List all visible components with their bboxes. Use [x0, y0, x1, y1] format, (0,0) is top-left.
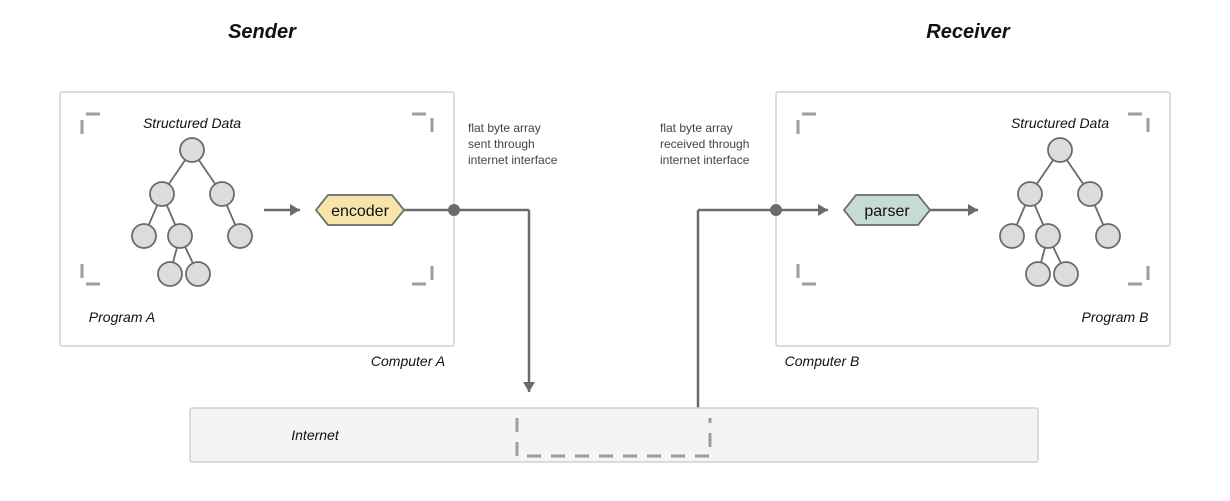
tree-node-icon	[1036, 224, 1060, 248]
tree-node-icon	[228, 224, 252, 248]
tree-node-icon	[168, 224, 192, 248]
arrowhead-down-icon	[523, 382, 535, 392]
encoder-node: encoder	[316, 195, 404, 225]
tree-node-icon	[1018, 182, 1042, 206]
program-a-label: Program A	[89, 309, 155, 325]
tree-node-icon	[158, 262, 182, 286]
computer-b-label: Computer B	[785, 353, 860, 369]
structured-data-a-label: Structured Data	[143, 115, 241, 131]
tree-node-icon	[1048, 138, 1072, 162]
tree-node-icon	[210, 182, 234, 206]
sent-annotation-line2: sent through	[468, 137, 535, 151]
tree-node-icon	[1096, 224, 1120, 248]
tree-node-icon	[1054, 262, 1078, 286]
diagram-svg: Sender Receiver Computer A Program A Str…	[0, 0, 1230, 501]
recv-annotation-line3: internet interface	[660, 153, 750, 167]
internet-label: Internet	[291, 427, 340, 443]
tree-node-icon	[1078, 182, 1102, 206]
parser-node: parser	[844, 195, 930, 225]
sender-title: Sender	[228, 21, 297, 43]
tree-node-icon	[180, 138, 204, 162]
computer-a-label: Computer A	[371, 353, 445, 369]
encoder-label: encoder	[331, 203, 389, 220]
sent-annotation-line3: internet interface	[468, 153, 558, 167]
tree-node-icon	[132, 224, 156, 248]
tree-node-icon	[150, 182, 174, 206]
tree-node-icon	[1000, 224, 1024, 248]
parser-label: parser	[864, 203, 910, 220]
receiver-title: Receiver	[926, 21, 1011, 43]
recv-annotation-line2: received through	[660, 137, 749, 151]
computer-b-box	[776, 92, 1170, 346]
tree-node-icon	[186, 262, 210, 286]
program-b-label: Program B	[1082, 309, 1149, 325]
recv-annotation-line1: flat byte array	[660, 121, 733, 135]
sent-annotation-line1: flat byte array	[468, 121, 541, 135]
structured-data-b-label: Structured Data	[1011, 115, 1109, 131]
tree-node-icon	[1026, 262, 1050, 286]
diagram-stage: Sender Receiver Computer A Program A Str…	[0, 0, 1230, 501]
